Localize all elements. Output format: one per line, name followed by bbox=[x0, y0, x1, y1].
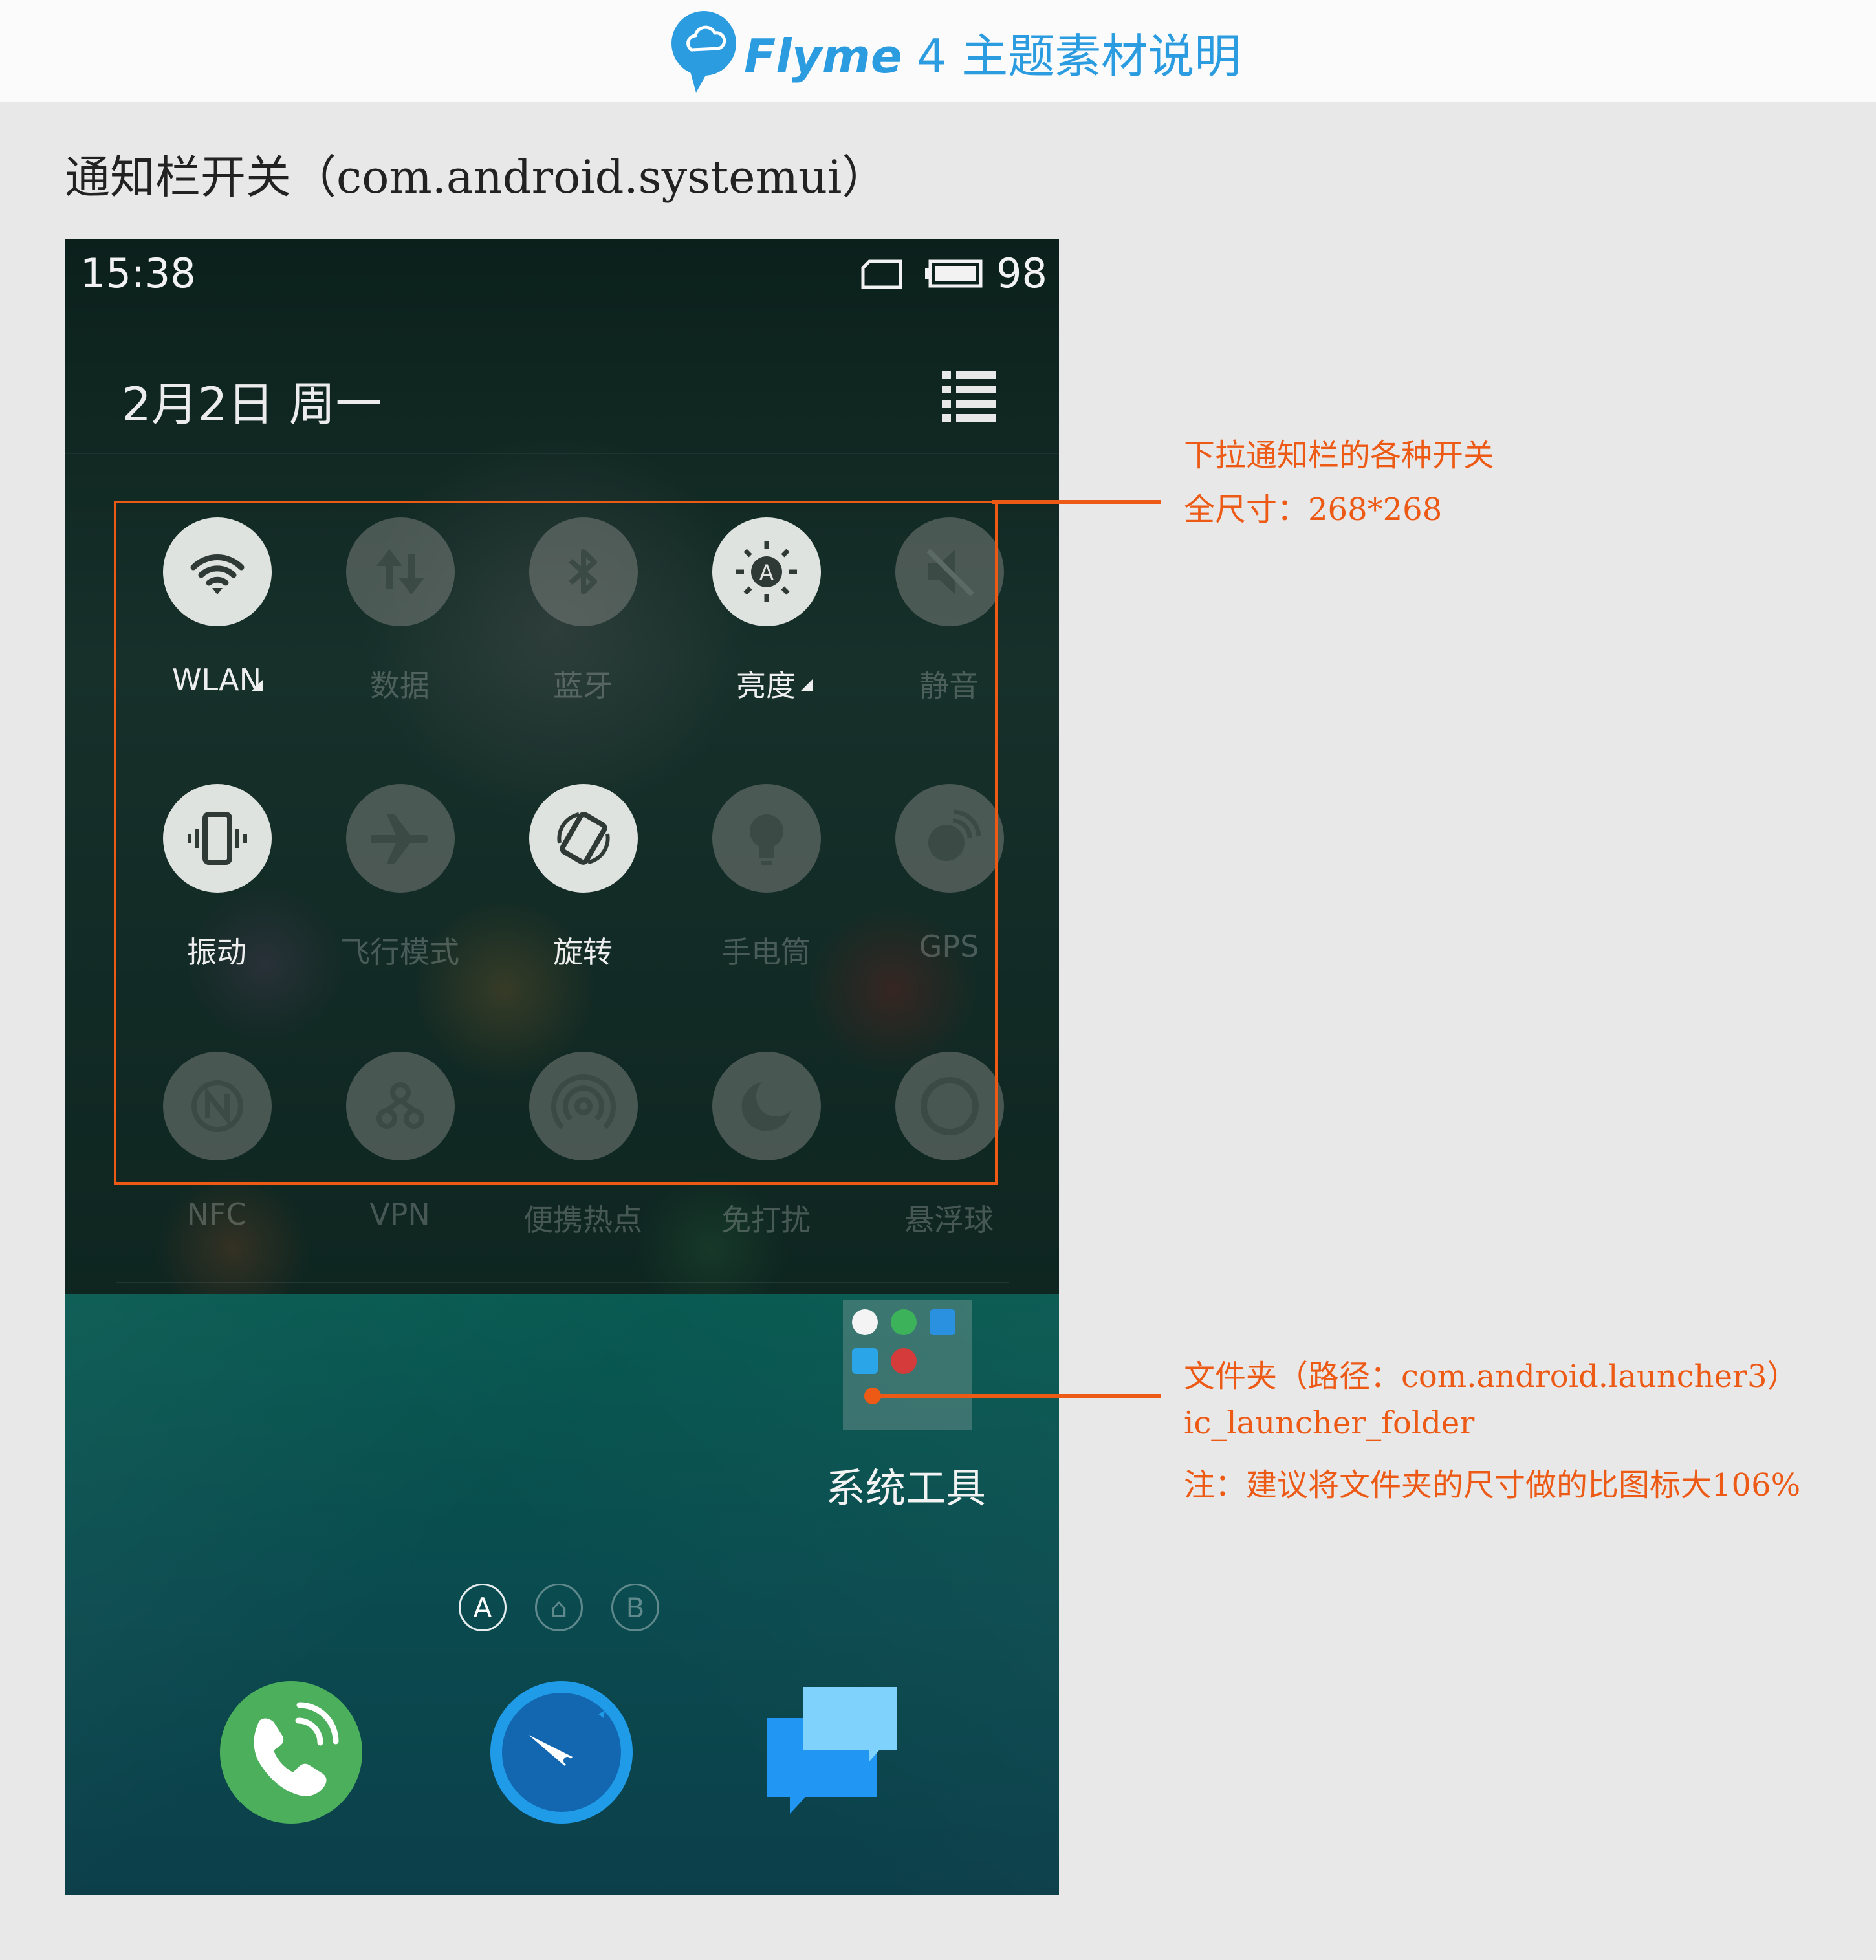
brand: Flyme 4 主题素材说明 bbox=[670, 6, 1241, 97]
page-indicator-b[interactable]: B bbox=[611, 1584, 659, 1631]
status-time: 15:38 bbox=[80, 250, 196, 297]
brand-flyme: Flyme bbox=[744, 28, 902, 83]
weather-icon bbox=[852, 1348, 878, 1374]
brand-subtitle: 4 主题素材说明 bbox=[902, 28, 1241, 83]
toggle-label: 悬浮球 bbox=[904, 1203, 994, 1237]
folder-label: 系统工具 bbox=[825, 1465, 986, 1512]
folder-annotation-note: 注：建议将文件夹的尺寸做的比图标大106% bbox=[1184, 1467, 1801, 1503]
top-header: Flyme 4 主题素材说明 bbox=[0, 0, 1876, 102]
battery-icon bbox=[925, 259, 983, 288]
folder-callout-dot bbox=[864, 1388, 881, 1404]
system-tools-folder[interactable] bbox=[843, 1300, 972, 1430]
toggles-annotation-size: 全尺寸：268*268 bbox=[1184, 492, 1443, 528]
toggle-label: VPN bbox=[369, 1197, 430, 1232]
shade-date: 2月2日 周一 bbox=[122, 377, 382, 431]
list-icon[interactable] bbox=[942, 369, 996, 423]
page-indicator-a[interactable]: A bbox=[459, 1584, 507, 1631]
toggle-label: 便携热点 bbox=[523, 1203, 642, 1237]
messages-icon[interactable] bbox=[760, 1681, 904, 1824]
phone-icon[interactable] bbox=[219, 1681, 363, 1824]
compass-browser-icon[interactable] bbox=[490, 1681, 633, 1824]
toggle-label: NFC bbox=[186, 1197, 247, 1232]
sound-recorder-icon bbox=[852, 1309, 878, 1335]
phone-screenshot: 15:38 98 2月2日 周一 WLAN 数据 蓝牙 A 亮度 静音 振动 飞… bbox=[65, 239, 1059, 1895]
toggle-label: 免打扰 bbox=[721, 1203, 811, 1237]
toggles-annotation-title: 下拉通知栏的各种开关 bbox=[1184, 437, 1495, 474]
brand-title: Flyme 4 主题素材说明 bbox=[744, 18, 1241, 86]
security-icon bbox=[930, 1309, 955, 1335]
notification-shade: 15:38 98 2月2日 周一 WLAN 数据 蓝牙 A 亮度 静音 振动 飞… bbox=[65, 239, 1059, 1294]
toggles-callout-line bbox=[992, 500, 1161, 504]
flyme-logo-icon bbox=[671, 11, 736, 93]
download-icon bbox=[891, 1309, 917, 1335]
home-screen: 系统工具 A ⌂ B bbox=[65, 1294, 1059, 1895]
shade-bottom-divider bbox=[116, 1282, 1009, 1283]
section-title: 通知栏开关（com.android.systemui） bbox=[65, 151, 888, 204]
folder-annotation-path: 文件夹（路径：com.android.launcher3） bbox=[1184, 1358, 1798, 1395]
shade-divider bbox=[65, 453, 1059, 454]
folder-annotation-name: ic_launcher_folder bbox=[1184, 1405, 1475, 1441]
sim-card-icon bbox=[861, 259, 902, 289]
status-bar: 15:38 98 bbox=[65, 239, 1059, 304]
page-indicator-home[interactable]: ⌂ bbox=[535, 1584, 583, 1631]
microphone-icon bbox=[891, 1348, 917, 1374]
battery-percentage: 98 bbox=[996, 250, 1047, 297]
folder-callout-line bbox=[867, 1394, 1161, 1398]
toggles-highlight-box bbox=[114, 501, 998, 1185]
